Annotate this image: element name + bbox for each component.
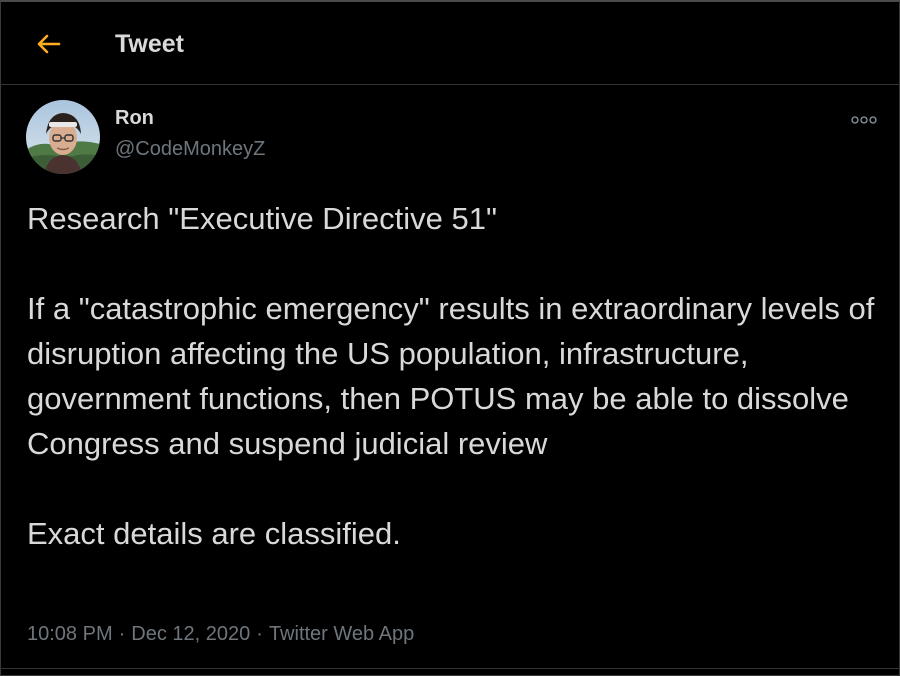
top-bar: Tweet	[0, 0, 900, 85]
more-options-icon	[851, 116, 877, 124]
profile-photo	[26, 100, 100, 174]
more-options-button[interactable]	[846, 110, 882, 130]
tweet-source-link[interactable]: Twitter Web App	[269, 623, 414, 645]
tweet-paragraph: If a "catastrophic emergency" results in…	[27, 291, 875, 461]
tweet-date: Dec 12, 2020	[131, 623, 251, 645]
arrow-left-icon	[37, 34, 61, 54]
tweet-paragraph: Research "Executive Directive 51"	[27, 201, 497, 236]
divider	[0, 668, 900, 669]
tweet-meta: 10:08 PM · Dec 12, 2020 · Twitter Web App	[27, 623, 414, 646]
separator: ·	[118, 623, 126, 645]
avatar[interactable]	[26, 100, 100, 174]
back-button[interactable]	[30, 28, 66, 60]
page-title: Tweet	[115, 30, 184, 58]
tweet-text: Research "Executive Directive 51" If a "…	[27, 196, 877, 556]
author-handle[interactable]: @CodeMonkeyZ	[115, 138, 265, 161]
tweet-time-link[interactable]: 10:08 PM · Dec 12, 2020	[27, 623, 250, 645]
author-name[interactable]: Ron	[115, 107, 154, 130]
tweet-paragraph: Exact details are classified.	[27, 516, 401, 551]
separator: ·	[256, 623, 263, 645]
tweet-time: 10:08 PM	[27, 623, 113, 645]
